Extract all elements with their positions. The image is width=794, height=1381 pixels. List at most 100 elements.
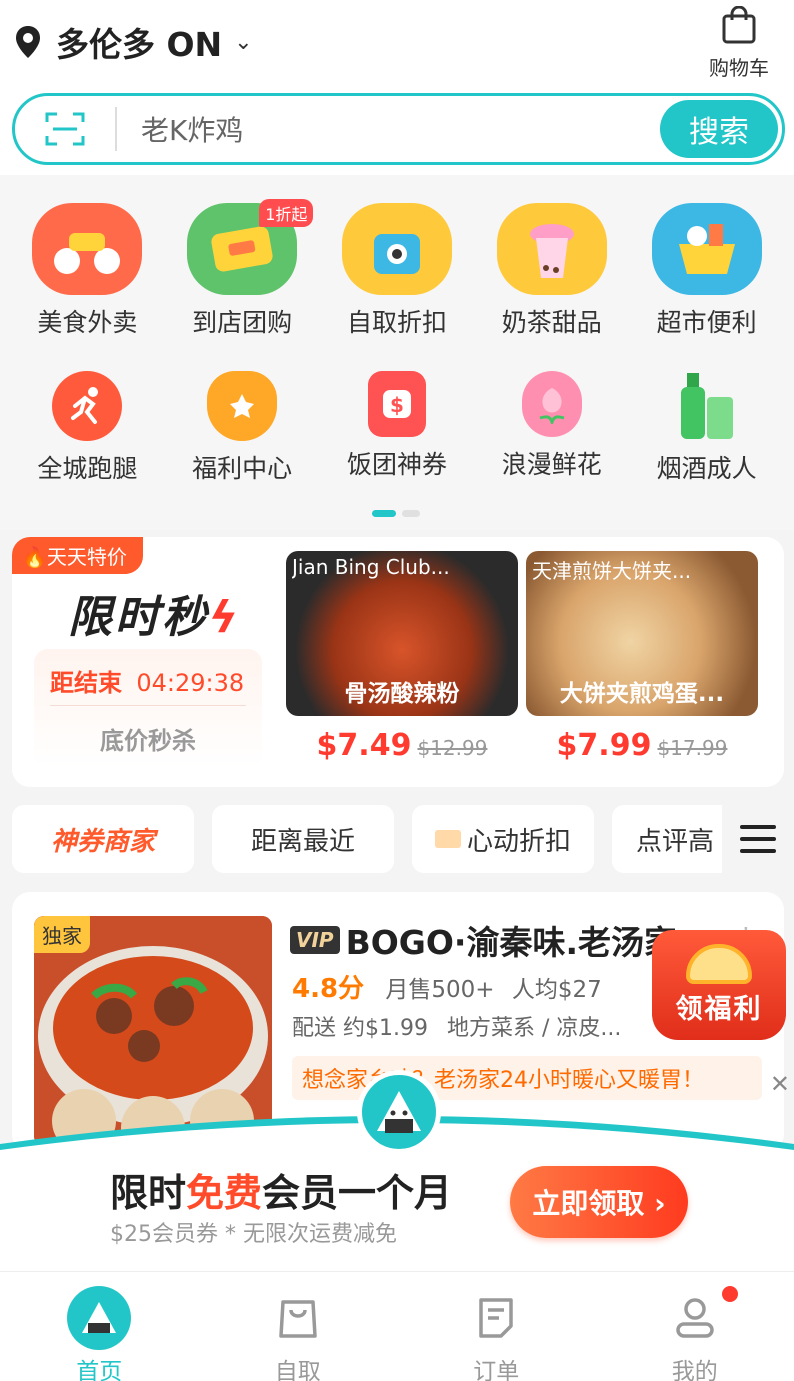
nav-orders-label: 订单 — [473, 1359, 520, 1381]
membership-title: 限时免费会员一个月 — [110, 1162, 452, 1217]
coupon-icon: $ — [367, 371, 426, 437]
deal-price: $7.99 — [556, 728, 652, 763]
flower-icon — [521, 371, 582, 437]
deal-store-name: Jian Bing Club... — [292, 555, 450, 579]
deal-product-name: 骨汤酸辣粉 — [344, 681, 460, 707]
category-alcohol[interactable]: 烟酒成人 — [632, 371, 782, 485]
close-banner-icon[interactable]: ✕ — [770, 1070, 790, 1098]
membership-title-post: 会员一个月 — [262, 1171, 453, 1215]
nav-home-label: 首页 — [76, 1359, 123, 1381]
countdown-divider — [50, 705, 246, 706]
cuisine-type: 地方菜系 / 凉皮... — [446, 1016, 622, 1041]
location-selector[interactable]: 多伦多 ON ⌄ — [14, 18, 253, 66]
location-text: 多伦多 ON — [56, 25, 223, 64]
nav-profile[interactable]: 我的 — [596, 1272, 794, 1381]
category-errand[interactable]: 全城跑腿 — [12, 371, 162, 485]
runner-icon — [52, 371, 123, 441]
category-pickup[interactable]: 自取折扣 — [322, 203, 472, 339]
deal-price-row: $7.99 $17.99 — [526, 728, 758, 763]
scan-button[interactable] — [15, 96, 115, 162]
category-food-delivery[interactable]: 美食外卖 — [12, 203, 162, 339]
category-label: 浪漫鲜花 — [501, 450, 602, 479]
search-button[interactable]: 搜索 — [660, 100, 778, 158]
search-input[interactable]: 老K炸鸡 — [117, 109, 660, 149]
category-welfare[interactable]: 福利中心 — [167, 371, 317, 485]
category-label: 饭团神券 — [346, 450, 447, 479]
claim-now-button[interactable]: 立即领取 › — [510, 1166, 688, 1238]
svg-text:$: $ — [390, 393, 404, 417]
category-label: 超市便利 — [656, 308, 757, 337]
nav-pickup-label: 自取 — [274, 1359, 321, 1381]
notification-dot — [722, 1286, 738, 1302]
store-name-text: BOGO·渝秦味.老汤家 — [345, 923, 677, 962]
delivery-fee: 配送 约$1.99 — [292, 1016, 428, 1041]
basket-icon — [651, 203, 762, 295]
filter-menu-button[interactable] — [722, 805, 794, 873]
flash-sale-subtitle: 底价秒杀 — [100, 727, 196, 755]
deal-image: Jian Bing Club... 骨汤酸辣粉 — [286, 551, 518, 716]
scan-icon — [45, 112, 85, 146]
flash-sale-card[interactable]: 🔥天天特价 限时秒ϟ 距结束 04:29:38 底价秒杀 Jian Bing C… — [12, 537, 784, 787]
nav-pickup[interactable]: 自取 — [199, 1272, 398, 1381]
scooter-icon — [32, 203, 143, 295]
welfare-float-button[interactable]: 领福利 — [652, 930, 786, 1040]
store-rating: 4.8分 — [292, 974, 365, 1004]
category-flowers[interactable]: 浪漫鲜花 — [477, 371, 627, 485]
nav-profile-label: 我的 — [671, 1359, 718, 1381]
category-milk-tea[interactable]: 奶茶甜品 — [477, 203, 627, 339]
daily-deal-label: 天天特价 — [46, 545, 127, 569]
filter-discount[interactable]: 心动折扣 — [412, 805, 594, 873]
category-label: 烟酒成人 — [656, 454, 757, 483]
menu-icon — [740, 825, 776, 853]
carousel-indicator — [372, 510, 426, 517]
deal-store-name: 天津煎饼大饼夹... — [532, 559, 692, 583]
shopping-bag-icon — [722, 5, 756, 44]
category-supermarket[interactable]: 超市便利 — [632, 203, 782, 339]
deal-item[interactable]: Jian Bing Club... 骨汤酸辣粉 $7.49 $12.99 — [286, 551, 518, 763]
profile-icon — [663, 1286, 727, 1350]
countdown: 距结束 04:29:38 — [50, 663, 244, 698]
coupon-ticket-icon — [434, 830, 461, 848]
bag-icon — [341, 203, 452, 295]
deal-price: $7.49 — [316, 728, 412, 763]
countdown-value: 04:29:38 — [136, 669, 245, 697]
category-label: 到店团购 — [192, 308, 293, 337]
countdown-label: 距结束 — [50, 669, 122, 697]
bottle-icon — [677, 371, 737, 441]
page-dot — [402, 510, 420, 517]
category-group-buy[interactable]: 1折起 到店团购 — [167, 199, 317, 339]
search-bar[interactable]: 老K炸鸡 搜索 — [12, 93, 785, 165]
bubble-tea-icon — [496, 203, 607, 295]
category-coupons[interactable]: $ 饭团神券 — [322, 371, 472, 485]
deal-price-row: $7.49 $12.99 — [286, 728, 518, 763]
flash-sale-title-text: 限时秒 — [68, 592, 209, 643]
deal-original-price: $12.99 — [417, 736, 488, 760]
category-label: 自取折扣 — [346, 308, 447, 337]
membership-subtitle: $25会员券 * 无限次运费减免 — [110, 1222, 397, 1247]
header: 多伦多 ON ⌄ 购物车 老K炸鸡 搜索 — [0, 0, 794, 175]
cart-label: 购物车 — [709, 56, 769, 80]
nav-orders[interactable]: 订单 — [397, 1272, 596, 1381]
filter-nearest[interactable]: 距离最近 — [212, 805, 394, 873]
chevron-down-icon: ⌄ — [234, 29, 253, 55]
average-price: 人均$27 — [511, 977, 602, 1003]
category-label: 福利中心 — [192, 454, 293, 483]
cart-button[interactable]: 购物车 — [704, 5, 774, 81]
countdown-box: 距结束 04:29:38 底价秒杀 — [34, 649, 262, 767]
pickup-bag-icon — [266, 1286, 330, 1350]
membership-title-highlight: 免费 — [186, 1171, 263, 1215]
lightning-icon: ϟ — [209, 592, 242, 643]
discount-badge: 1折起 — [259, 199, 314, 227]
category-row-1: 美食外卖 1折起 到店团购 自取折扣 奶茶甜品 超市便利 — [0, 199, 794, 339]
filter-discount-label: 心动折扣 — [466, 826, 571, 857]
category-label: 美食外卖 — [37, 308, 138, 337]
monthly-sales: 月售500+ — [385, 977, 495, 1003]
nav-home[interactable]: 首页 — [0, 1272, 199, 1381]
rice-ball-mascot-icon — [357, 1070, 441, 1154]
category-grid: 美食外卖 1折起 到店团购 自取折扣 奶茶甜品 超市便利 全城跑腿 福利中心 $… — [0, 175, 794, 530]
deal-item[interactable]: 天津煎饼大饼夹... 大饼夹煎鸡蛋... $7.99 $17.99 — [526, 551, 758, 763]
filter-coupon-merchants[interactable]: 神券商家 — [12, 805, 194, 873]
store-name: VIP BOGO·渝秦味.老汤家 — [290, 916, 677, 964]
home-mascot-icon — [67, 1286, 132, 1350]
location-pin-icon — [16, 26, 40, 58]
